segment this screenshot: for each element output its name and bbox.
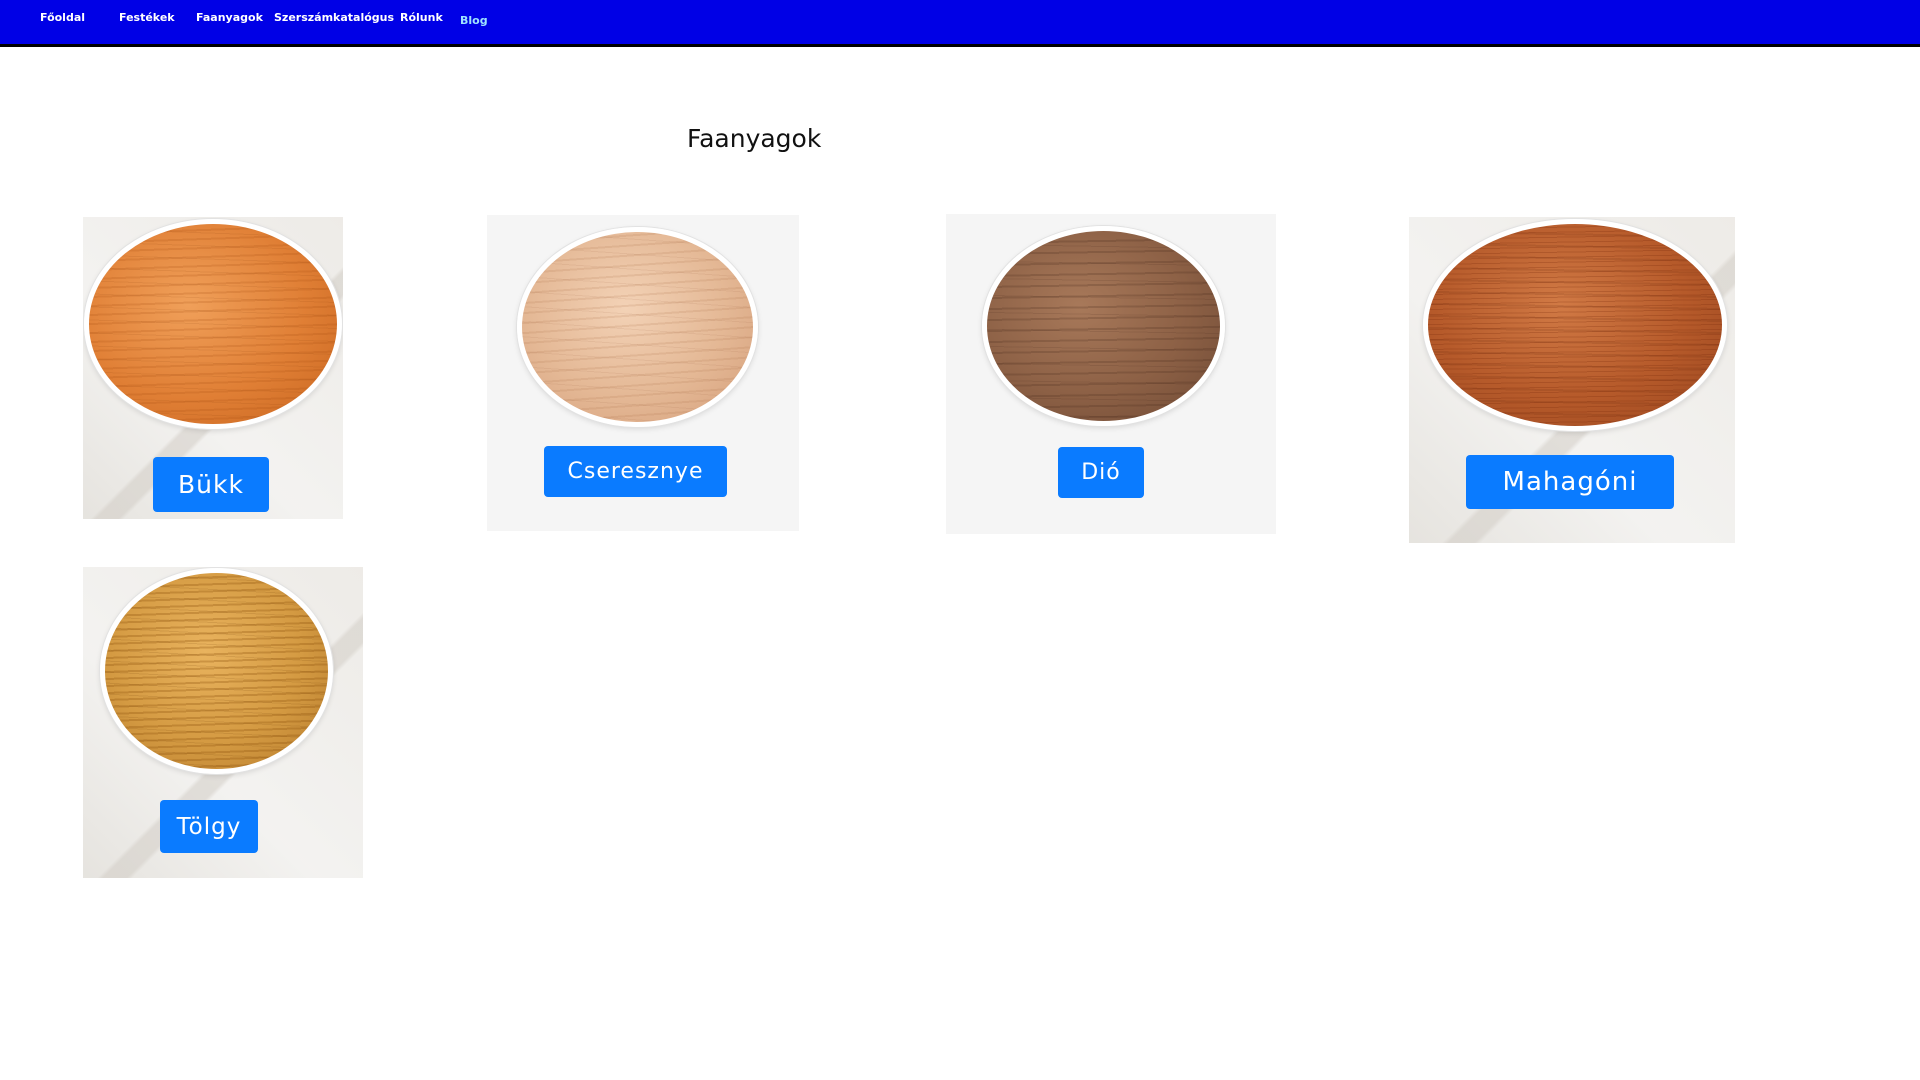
nav-paints-link[interactable]: Festékek	[119, 11, 175, 24]
wood-card-walnut: Dió	[946, 214, 1276, 534]
walnut-button[interactable]: Dió	[1058, 447, 1144, 498]
mahogany-swatch-image	[1423, 219, 1727, 431]
nav-blog-link[interactable]: Blog	[460, 14, 488, 27]
mahogany-button[interactable]: Mahagóni	[1466, 455, 1674, 509]
beech-button[interactable]: Bükk	[153, 457, 269, 512]
nav-tool-catalog-link[interactable]: Szerszámkatalógus	[274, 11, 394, 24]
walnut-swatch-image	[982, 226, 1225, 426]
oak-swatch-image	[100, 568, 333, 774]
wood-card-cherry: Cseresznye	[487, 215, 799, 531]
nav-about-link[interactable]: Rólunk	[400, 11, 443, 24]
page-title: Faanyagok	[687, 124, 822, 153]
top-navbar: Főoldal Festékek Faanyagok Szerszámkatal…	[0, 0, 1920, 47]
nav-woods-link[interactable]: Faanyagok	[196, 11, 263, 24]
cherry-swatch-image	[517, 227, 758, 427]
cherry-button[interactable]: Cseresznye	[544, 446, 727, 497]
nav-home-link[interactable]: Főoldal	[40, 11, 85, 24]
beech-swatch-image	[84, 219, 342, 429]
oak-button[interactable]: Tölgy	[160, 800, 258, 853]
wood-card-beech: Bükk	[83, 217, 343, 519]
wood-card-mahogany: Mahagóni	[1409, 217, 1735, 543]
wood-card-oak: Tölgy	[83, 567, 363, 878]
